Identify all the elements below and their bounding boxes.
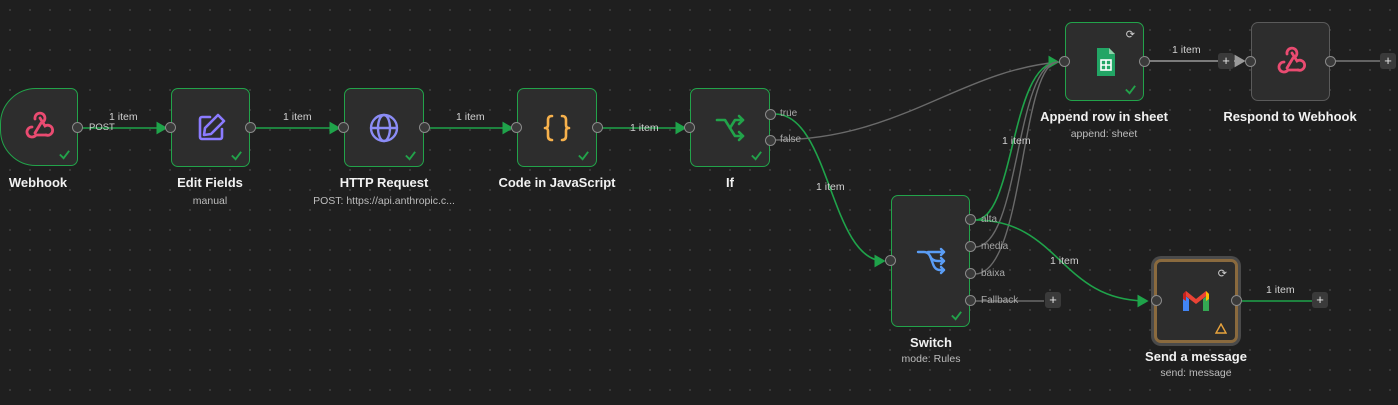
edit-fields-output-handle[interactable]: [245, 122, 256, 133]
webhook-icon: [1277, 46, 1306, 73]
switch-output-alta-handle[interactable]: [965, 214, 976, 225]
conn-label: 1 item: [1002, 135, 1031, 147]
success-check-icon: [751, 151, 762, 161]
sync-icon: ⟳: [1125, 29, 1135, 41]
node-edit-fields-title: Edit Fields: [177, 175, 243, 190]
sync-icon: ⟳: [1217, 268, 1227, 280]
success-check-icon: [578, 151, 589, 161]
node-code-title: Code in JavaScript: [498, 175, 616, 190]
pencil-icon: [198, 113, 225, 140]
globe-icon: [369, 113, 399, 142]
switch-output-baixa-handle[interactable]: [965, 268, 976, 279]
success-check-icon: [59, 150, 70, 160]
switch-fallback-add-button[interactable]: +: [1045, 292, 1061, 308]
node-send-subtitle: send: message: [1160, 367, 1232, 379]
node-send-title: Send a message: [1145, 349, 1247, 364]
send-input-handle[interactable]: [1151, 295, 1162, 306]
branch-icon: [715, 114, 745, 141]
switch-output-fallback-label: Fallback: [981, 295, 1019, 306]
switch-output-baixa-label: baixa: [981, 268, 1005, 279]
node-switch-title: Switch: [910, 335, 952, 350]
edit-fields-input-handle[interactable]: [165, 122, 176, 133]
google-sheets-icon: [1096, 47, 1115, 76]
switch-icon: [916, 247, 945, 275]
if-input-handle[interactable]: [684, 122, 695, 133]
node-append-subtitle: append: sheet: [1070, 128, 1138, 140]
conn-label: 1 item: [456, 111, 485, 123]
success-check-icon: [1125, 85, 1136, 95]
http-output-handle[interactable]: [419, 122, 430, 133]
node-webhook[interactable]: [0, 88, 78, 166]
warning-icon: [1215, 323, 1227, 334]
http-input-handle[interactable]: [338, 122, 349, 133]
success-check-icon: [405, 151, 416, 161]
success-check-icon: [951, 311, 962, 321]
node-send-message[interactable]: ⟳: [1154, 259, 1238, 343]
node-code[interactable]: [517, 88, 597, 167]
if-output-false-label: false: [780, 134, 802, 145]
append-input-handle[interactable]: [1059, 56, 1070, 67]
node-webhook-title: Webhook: [8, 175, 68, 190]
switch-input-handle[interactable]: [885, 255, 896, 266]
node-append-sheet[interactable]: ⟳: [1065, 22, 1144, 101]
code-braces-icon: [543, 114, 571, 141]
node-http-request[interactable]: [344, 88, 424, 167]
node-switch-subtitle: mode: Rules: [901, 353, 961, 365]
conn-label-post: POST: [89, 122, 115, 133]
gmail-icon: [1183, 291, 1209, 311]
if-output-true-label: true: [780, 108, 798, 119]
workflow-canvas[interactable]: 1 item POST 1 item 1 item 1 item 1 item …: [0, 0, 1398, 405]
success-check-icon: [231, 151, 242, 161]
append-output-handle[interactable]: [1139, 56, 1150, 67]
conn-label: 1 item: [283, 111, 312, 123]
respond-output-handle[interactable]: [1325, 56, 1336, 67]
node-if[interactable]: [690, 88, 770, 167]
send-add-button[interactable]: +: [1312, 292, 1328, 308]
send-output-handle[interactable]: [1231, 295, 1242, 306]
node-respond-webhook[interactable]: [1251, 22, 1330, 101]
node-http-title: HTTP Request: [339, 175, 429, 190]
conn-label: 1 item: [1172, 44, 1201, 56]
node-http-subtitle: POST: https://api.anthropic.c...: [313, 195, 455, 207]
conn-label: 1 item: [1266, 284, 1295, 296]
conn-label: 1 item: [816, 181, 845, 193]
node-respond-title: Respond to Webhook: [1223, 109, 1357, 124]
if-output-true-handle[interactable]: [765, 109, 776, 120]
node-if-title: If: [726, 175, 734, 190]
respond-input-handle[interactable]: [1245, 56, 1256, 67]
append-add-button[interactable]: +: [1218, 53, 1234, 69]
switch-output-fallback-handle[interactable]: [965, 295, 976, 306]
code-input-handle[interactable]: [511, 122, 522, 133]
webhook-output-handle[interactable]: [72, 122, 83, 133]
switch-output-media-handle[interactable]: [965, 241, 976, 252]
webhook-icon: [25, 111, 54, 139]
code-output-handle[interactable]: [592, 122, 603, 133]
respond-add-button[interactable]: +: [1380, 53, 1396, 69]
node-edit-fields-subtitle: manual: [192, 195, 228, 207]
switch-output-media-label: media: [981, 241, 1009, 252]
switch-output-alta-label: alta: [981, 214, 998, 225]
node-edit-fields[interactable]: [171, 88, 250, 167]
conn-label: 1 item: [630, 122, 659, 134]
node-switch[interactable]: [891, 195, 970, 327]
if-output-false-handle[interactable]: [765, 135, 776, 146]
node-append-title: Append row in sheet: [1040, 109, 1168, 124]
conn-label: 1 item: [1050, 255, 1079, 267]
